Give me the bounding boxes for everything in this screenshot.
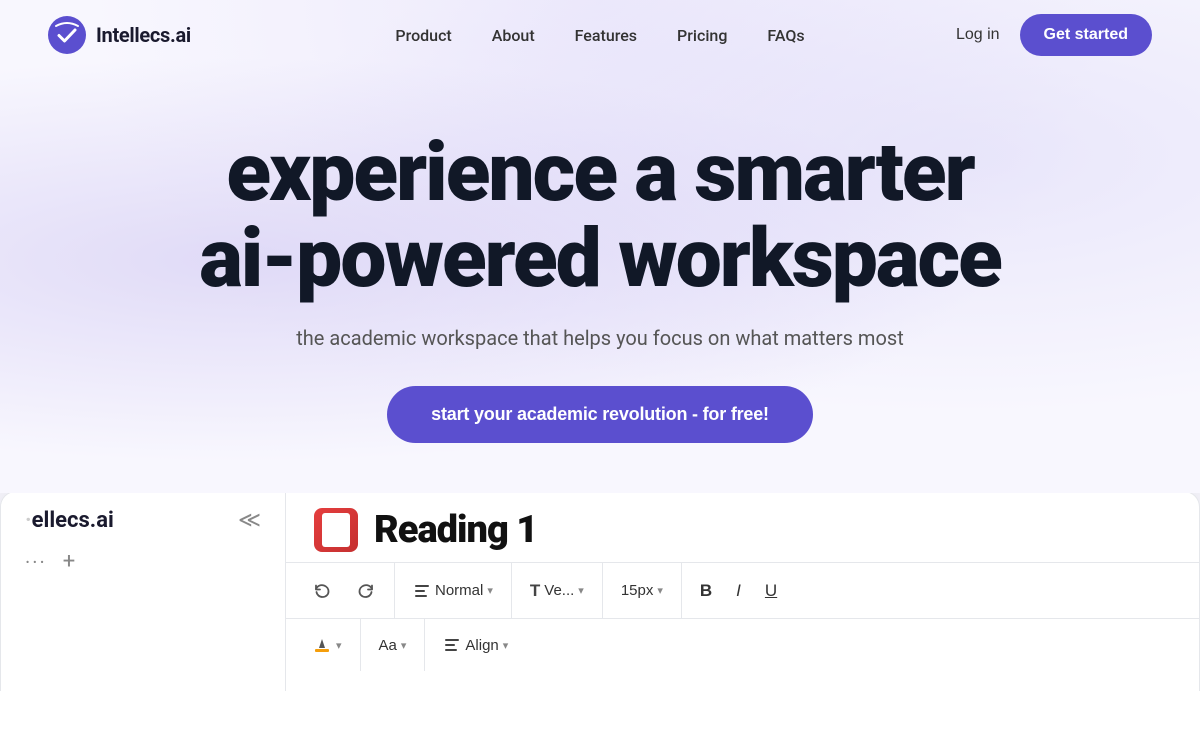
redo-button[interactable] <box>346 575 386 607</box>
hero-cta-button[interactable]: start your academic revolution - for fre… <box>387 386 813 443</box>
style-dropdown-button[interactable]: Normal ▾ <box>403 576 503 606</box>
navbar: Intellecs.ai Product About Features Pric… <box>0 0 1200 70</box>
size-chevron-icon: ▾ <box>657 584 663 597</box>
font-dropdown-button[interactable]: T Ve... ▾ <box>520 575 594 607</box>
font-label: Ve... <box>544 582 574 599</box>
nav-about[interactable]: About <box>492 26 535 45</box>
sidebar-logo-text: ·ellecs.ai <box>25 508 114 533</box>
align-dropdown-group: Align ▾ <box>433 619 526 671</box>
highlight-icon <box>312 635 332 655</box>
app-preview: ·ellecs.ai ≪ ··· + Reading 1 <box>0 493 1200 691</box>
bold-button[interactable]: B <box>690 575 722 607</box>
aa-dropdown-button[interactable]: Aa ▾ <box>369 631 417 660</box>
highlight-button[interactable]: ▾ <box>302 629 352 661</box>
hero-title: experience a smarter ai-powered workspac… <box>20 130 1180 302</box>
get-started-button[interactable]: Get started <box>1020 14 1152 56</box>
nav-actions: Log in Get started <box>956 14 1152 56</box>
underline-button[interactable]: U <box>755 575 787 607</box>
italic-button[interactable]: I <box>726 575 751 607</box>
style-chevron-icon: ▾ <box>487 584 493 597</box>
sidebar-dots-row: ··· + <box>25 549 261 574</box>
undo-button[interactable] <box>302 575 342 607</box>
add-icon[interactable]: + <box>63 549 75 574</box>
aa-label: Aa <box>379 637 397 654</box>
nav-faqs[interactable]: FAQs <box>767 26 804 45</box>
size-dropdown-group: 15px ▾ <box>611 563 682 618</box>
sidebar-collapse-icon[interactable]: ≪ <box>238 508 261 533</box>
app-main-editor: Reading 1 <box>286 493 1199 691</box>
logo-text: Intellecs.ai <box>96 23 191 47</box>
align-label: Align <box>465 637 498 654</box>
style-dropdown-group: Normal ▾ <box>403 563 512 618</box>
doc-icon <box>314 508 358 552</box>
font-t-icon: T <box>530 581 540 601</box>
redo-icon <box>356 581 376 601</box>
undo-icon <box>312 581 332 601</box>
toolbar-row-1: Normal ▾ T Ve... ▾ 15px ▾ <box>286 563 1199 619</box>
size-label: 15px <box>621 582 654 599</box>
doc-icon-inner <box>322 513 350 547</box>
font-dropdown-group: T Ve... ▾ <box>520 563 603 618</box>
highlight-chevron-icon: ▾ <box>336 639 342 652</box>
align-left-icon <box>443 636 461 654</box>
logo-link[interactable]: Intellecs.ai <box>48 16 191 54</box>
doc-header: Reading 1 <box>286 493 1199 563</box>
hero-subtitle: the academic workspace that helps you fo… <box>20 326 1180 350</box>
nav-pricing[interactable]: Pricing <box>677 26 727 45</box>
app-window: ·ellecs.ai ≪ ··· + Reading 1 <box>0 493 1200 691</box>
more-options-icon[interactable]: ··· <box>25 550 47 574</box>
hero-title-line1: experience a smarter <box>226 125 973 221</box>
undo-redo-group <box>302 563 395 618</box>
logo-icon <box>48 16 86 54</box>
align-dropdown-button[interactable]: Align ▾ <box>433 630 518 660</box>
nav-features[interactable]: Features <box>575 26 637 45</box>
hero-title-line2: ai-powered workspace <box>199 211 1001 307</box>
sidebar-logo-row: ·ellecs.ai ≪ <box>25 508 261 533</box>
font-chevron-icon: ▾ <box>578 584 584 597</box>
login-button[interactable]: Log in <box>956 26 1000 44</box>
align-icon <box>413 582 431 600</box>
text-format-group: B I U <box>690 563 795 618</box>
aa-dropdown-group: Aa ▾ <box>369 619 426 671</box>
doc-title: Reading 1 <box>374 508 537 552</box>
app-sidebar: ·ellecs.ai ≪ ··· + <box>1 493 286 691</box>
hero-section: experience a smarter ai-powered workspac… <box>0 70 1200 483</box>
nav-links: Product About Features Pricing FAQs <box>395 26 804 45</box>
size-dropdown-button[interactable]: 15px ▾ <box>611 576 673 605</box>
aa-chevron-icon: ▾ <box>401 639 407 652</box>
toolbar-row-2: ▾ Aa ▾ <box>286 619 1199 671</box>
style-label: Normal <box>435 582 483 599</box>
align-chevron-icon: ▾ <box>503 639 509 652</box>
highlight-group: ▾ <box>302 619 361 671</box>
nav-product[interactable]: Product <box>395 26 451 45</box>
